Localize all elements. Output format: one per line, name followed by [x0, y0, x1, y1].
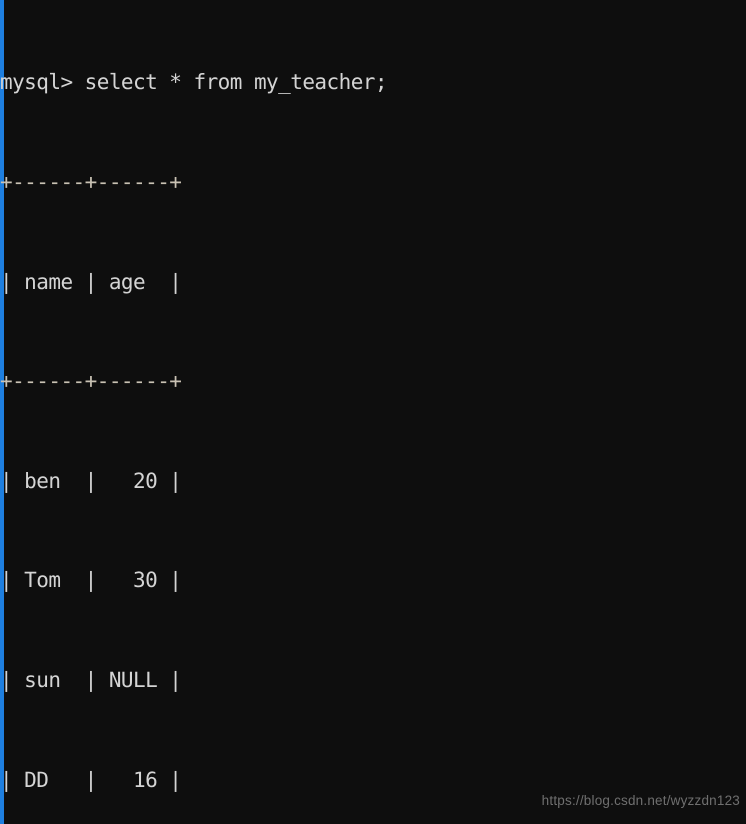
terminal-line: +------+------+ — [0, 170, 182, 194]
watermark-url: https://blog.csdn.net/wyzzdn123 — [541, 793, 740, 808]
terminal-line: mysql> select * from my_teacher; — [0, 70, 388, 95]
terminal-window[interactable]: mysql> select * from my_teacher; +------… — [0, 0, 746, 824]
terminal-line: | Tom | 30 | — [0, 568, 182, 593]
terminal-line: | sun | NULL | — [0, 667, 182, 692]
terminal-line: | name | age | — [0, 269, 182, 294]
terminal-output[interactable]: mysql> select * from my_teacher; +------… — [0, 0, 746, 824]
terminal-line: | DD | 16 | — [0, 767, 182, 792]
terminal-line: | ben | 20 | — [0, 468, 182, 493]
terminal-line: +------+------+ — [0, 369, 182, 394]
